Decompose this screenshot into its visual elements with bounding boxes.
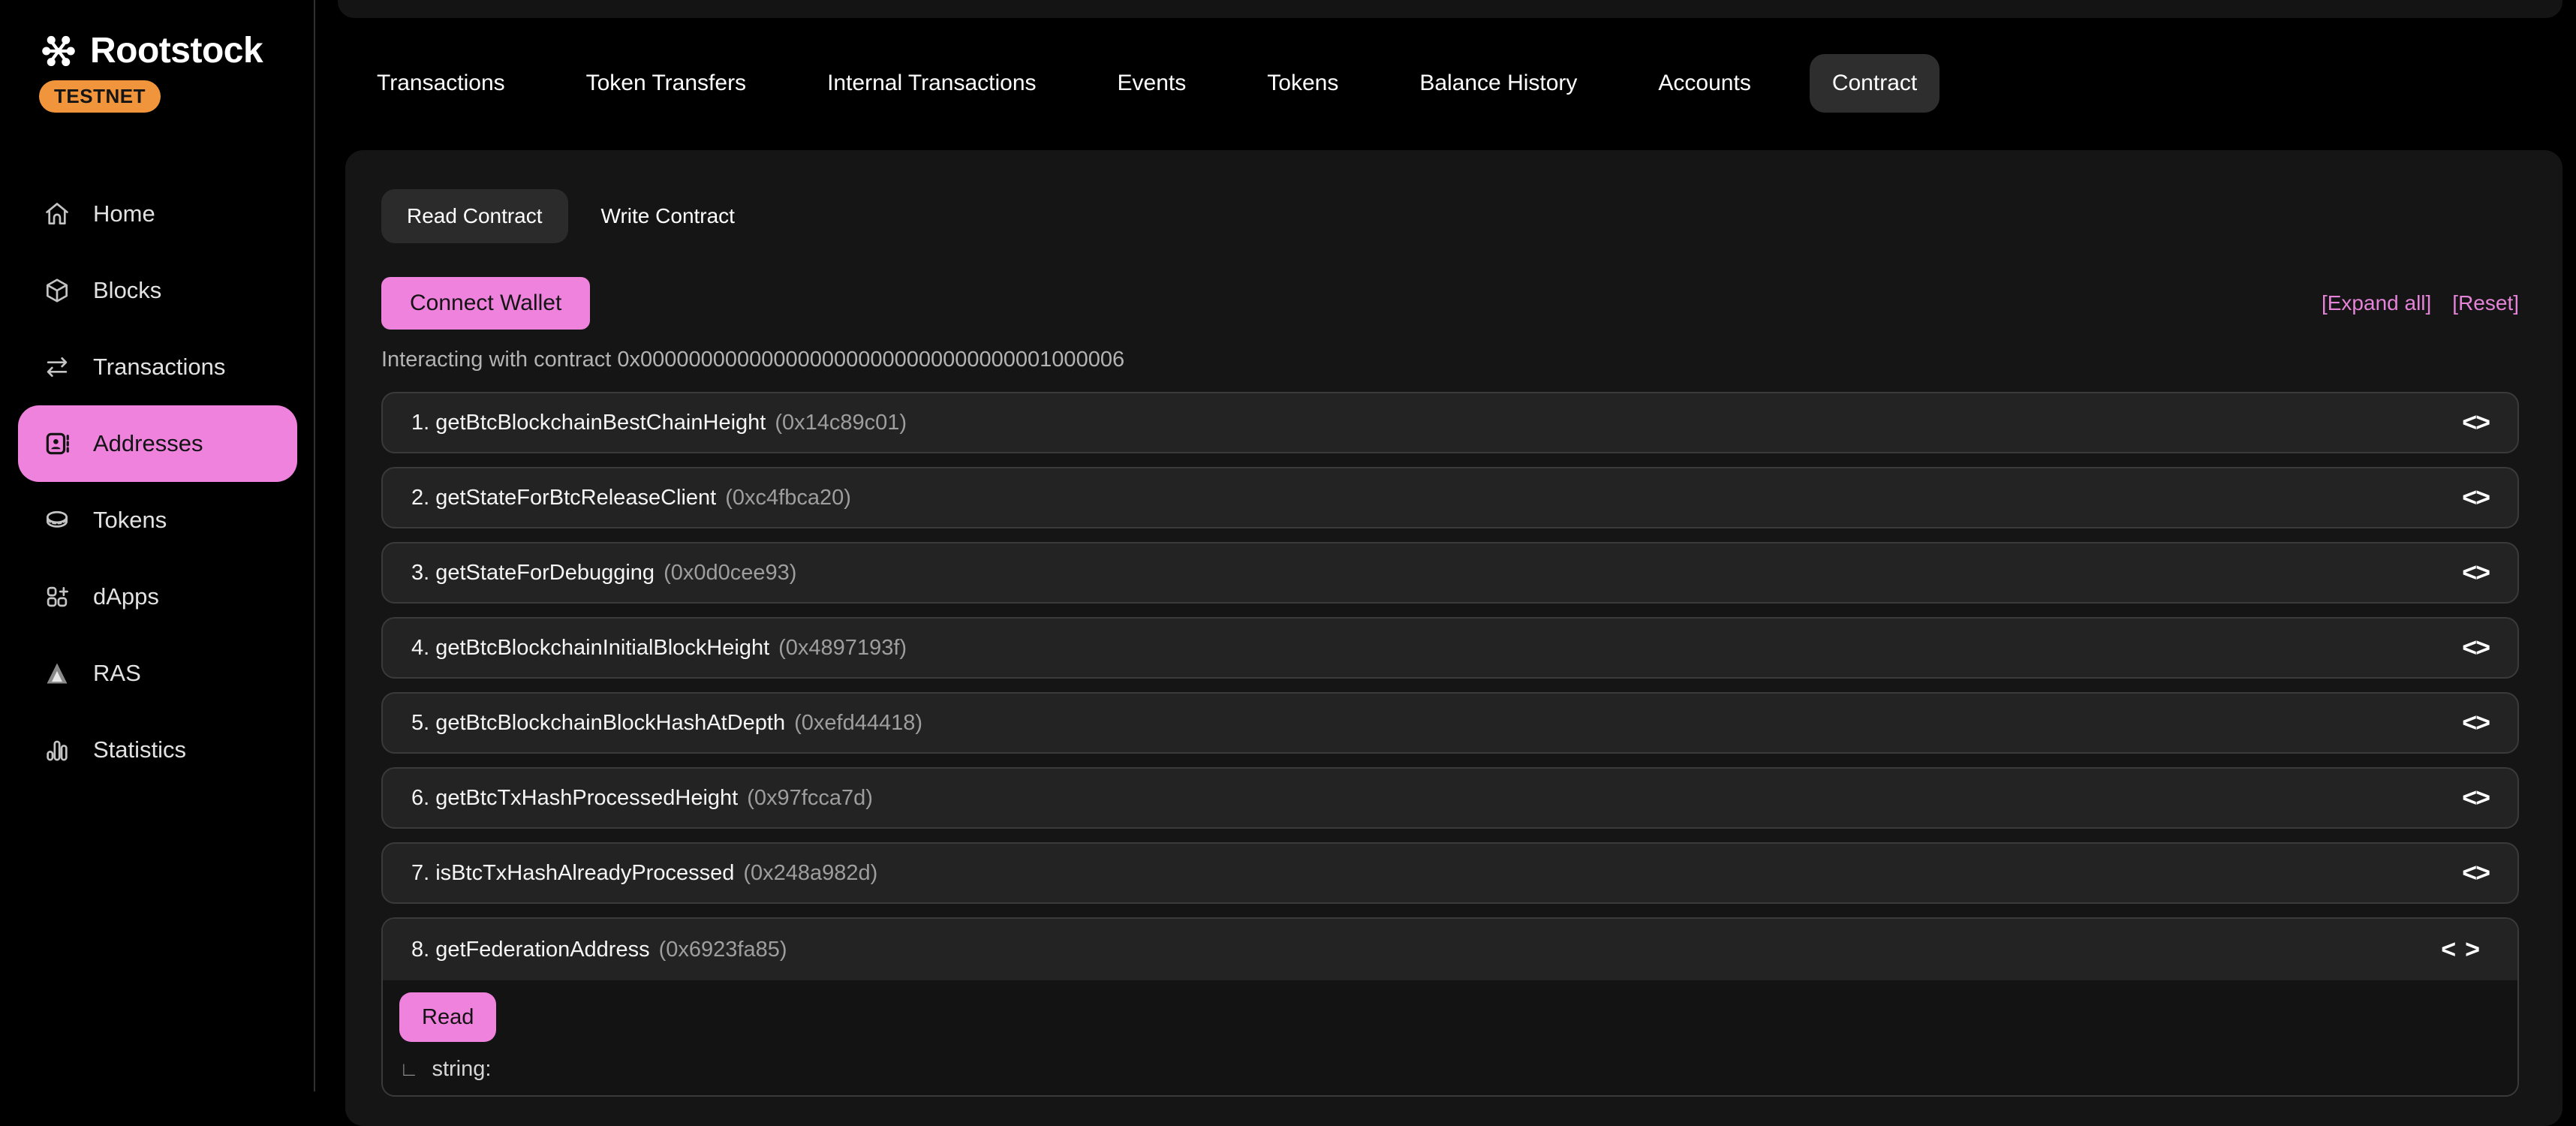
dapps-grid-icon	[42, 582, 72, 612]
method-name: 3. getStateForDebugging	[411, 561, 655, 586]
sidebar-item-tokens[interactable]: Tokens	[18, 482, 297, 558]
transfer-arrows-icon	[42, 352, 72, 382]
method-row-2[interactable]: 2. getStateForBtcReleaseClient (0xc4fbca…	[381, 467, 2519, 528]
list-controls: [Expand all] [Reset]	[2322, 291, 2519, 315]
triangle-icon	[42, 658, 72, 688]
main-content: Transactions Token Transfers Internal Tr…	[317, 0, 2576, 1091]
expand-all-link[interactable]: [Expand all]	[2322, 291, 2431, 315]
method-name: 5. getBtcBlockchainBlockHashAtDepth	[411, 711, 785, 736]
sidebar-item-label: Addresses	[93, 430, 203, 457]
sidebar-item-statistics[interactable]: Statistics	[18, 712, 297, 788]
contract-sub-tabs: Read Contract Write Contract	[381, 189, 2519, 243]
sidebar-item-label: Tokens	[93, 507, 167, 534]
method-title: 7. isBtcTxHashAlreadyProcessed (0x248a98…	[411, 861, 877, 886]
method-name: 8. getFederationAddress	[411, 938, 650, 962]
read-button[interactable]: Read	[399, 992, 496, 1042]
bar-chart-icon	[42, 735, 72, 765]
code-icon[interactable]: <>	[2462, 784, 2489, 813]
tab-write-contract[interactable]: Write Contract	[568, 189, 768, 243]
sidebar-nav: Home Blocks Transactions	[0, 176, 314, 788]
sidebar-item-ras[interactable]: RAS	[18, 635, 297, 712]
contract-panel: Read Contract Write Contract Connect Wal…	[345, 150, 2562, 1126]
home-icon	[42, 199, 72, 229]
sidebar-item-blocks[interactable]: Blocks	[18, 252, 297, 329]
method-row-8-expanded: 8. getFederationAddress (0x6923fa85) <> …	[381, 917, 2519, 1097]
connect-wallet-button[interactable]: Connect Wallet	[381, 277, 590, 330]
method-row-4[interactable]: 4. getBtcBlockchainInitialBlockHeight (0…	[381, 617, 2519, 679]
method-signature: (0x97fcca7d)	[747, 786, 873, 811]
method-name: 4. getBtcBlockchainInitialBlockHeight	[411, 636, 769, 661]
method-name: 6. getBtcTxHashProcessedHeight	[411, 786, 738, 811]
tab-contract[interactable]: Contract	[1810, 54, 1940, 113]
code-icon[interactable]: <>	[2462, 558, 2489, 588]
code-icon[interactable]: <>	[2462, 709, 2489, 738]
contract-methods-list: 1. getBtcBlockchainBestChainHeight (0x14…	[381, 392, 2519, 1097]
sidebar-item-label: Statistics	[93, 736, 186, 763]
code-icon[interactable]: <>	[2462, 408, 2489, 438]
method-title: 5. getBtcBlockchainBlockHashAtDepth (0xe…	[411, 711, 922, 736]
tab-accounts[interactable]: Accounts	[1636, 54, 1773, 113]
method-title: 6. getBtcTxHashProcessedHeight (0x97fcca…	[411, 786, 873, 811]
method-title: 2. getStateForBtcReleaseClient (0xc4fbca…	[411, 486, 851, 510]
reset-link[interactable]: [Reset]	[2452, 291, 2519, 315]
sidebar-item-home[interactable]: Home	[18, 176, 297, 252]
tab-balance-history[interactable]: Balance History	[1397, 54, 1599, 113]
method-signature: (0x248a982d)	[743, 861, 877, 886]
tab-tokens[interactable]: Tokens	[1244, 54, 1361, 113]
method-name: 2. getStateForBtcReleaseClient	[411, 486, 716, 510]
address-tabs: Transactions Token Transfers Internal Tr…	[354, 54, 2576, 113]
code-icon[interactable]: <>	[2462, 634, 2489, 663]
sidebar-item-addresses[interactable]: Addresses	[18, 405, 297, 482]
interacting-with-text: Interacting with contract 0x000000000000…	[381, 348, 2519, 372]
sidebar-item-label: Home	[93, 200, 155, 227]
tab-events[interactable]: Events	[1095, 54, 1209, 113]
corner-glyph-icon: ∟	[399, 1058, 418, 1081]
sidebar-item-transactions[interactable]: Transactions	[18, 329, 297, 405]
method-row-6[interactable]: 6. getBtcTxHashProcessedHeight (0x97fcca…	[381, 767, 2519, 829]
scrolled-panel-edge	[338, 0, 2562, 18]
tab-token-transfers[interactable]: Token Transfers	[564, 54, 769, 113]
code-icon[interactable]: <>	[2462, 859, 2489, 888]
method-row-5[interactable]: 5. getBtcBlockchainBlockHashAtDepth (0xe…	[381, 692, 2519, 754]
sidebar-item-label: RAS	[93, 660, 141, 687]
method-title: 8. getFederationAddress (0x6923fa85)	[411, 938, 787, 962]
method-row-3[interactable]: 3. getStateForDebugging (0x0d0cee93) <>	[381, 542, 2519, 604]
method-title: 4. getBtcBlockchainInitialBlockHeight (0…	[411, 636, 907, 661]
method-title: 3. getStateForDebugging (0x0d0cee93)	[411, 561, 796, 586]
method-signature: (0x14c89c01)	[775, 411, 907, 435]
tab-internal-transactions[interactable]: Internal Transactions	[805, 54, 1058, 113]
method-title: 1. getBtcBlockchainBestChainHeight (0x14…	[411, 411, 907, 435]
sidebar-item-label: Blocks	[93, 277, 161, 304]
method-signature: (0xc4fbca20)	[725, 486, 851, 510]
tab-read-contract[interactable]: Read Contract	[381, 189, 568, 243]
sidebar-item-label: dApps	[93, 583, 159, 610]
method-name: 7. isBtcTxHashAlreadyProcessed	[411, 861, 734, 886]
code-icon[interactable]: <>	[2462, 483, 2489, 513]
sidebar: Rootstock TESTNET Home Blocks	[0, 0, 315, 1091]
cube-icon	[42, 275, 72, 306]
method-row-8-header[interactable]: 8. getFederationAddress (0x6923fa85) <>	[383, 919, 2517, 980]
sidebar-item-dapps[interactable]: dApps	[18, 558, 297, 635]
method-body: Read ∟ string:	[383, 980, 2517, 1095]
method-signature: (0x0d0cee93)	[664, 561, 796, 586]
rootstock-logo-icon	[39, 32, 78, 71]
method-signature: (0x4897193f)	[778, 636, 907, 661]
method-row-1[interactable]: 1. getBtcBlockchainBestChainHeight (0x14…	[381, 392, 2519, 453]
brand-block: Rootstock TESTNET	[0, 30, 314, 113]
sidebar-item-label: Transactions	[93, 354, 225, 381]
actions-row: Connect Wallet [Expand all] [Reset]	[381, 277, 2519, 330]
brand-name: Rootstock	[90, 30, 263, 71]
result-line: ∟ string:	[399, 1057, 2499, 1082]
method-signature: (0x6923fa85)	[659, 938, 787, 962]
method-name: 1. getBtcBlockchainBestChainHeight	[411, 411, 766, 435]
result-type-label: string:	[432, 1057, 491, 1082]
method-row-7[interactable]: 7. isBtcTxHashAlreadyProcessed (0x248a98…	[381, 842, 2519, 904]
tab-transactions[interactable]: Transactions	[354, 54, 528, 113]
network-badge: TESTNET	[39, 80, 161, 113]
contact-card-icon	[42, 429, 72, 459]
code-icon[interactable]: <>	[2441, 935, 2489, 965]
method-signature: (0xefd44418)	[794, 711, 922, 736]
coin-icon	[42, 505, 72, 535]
